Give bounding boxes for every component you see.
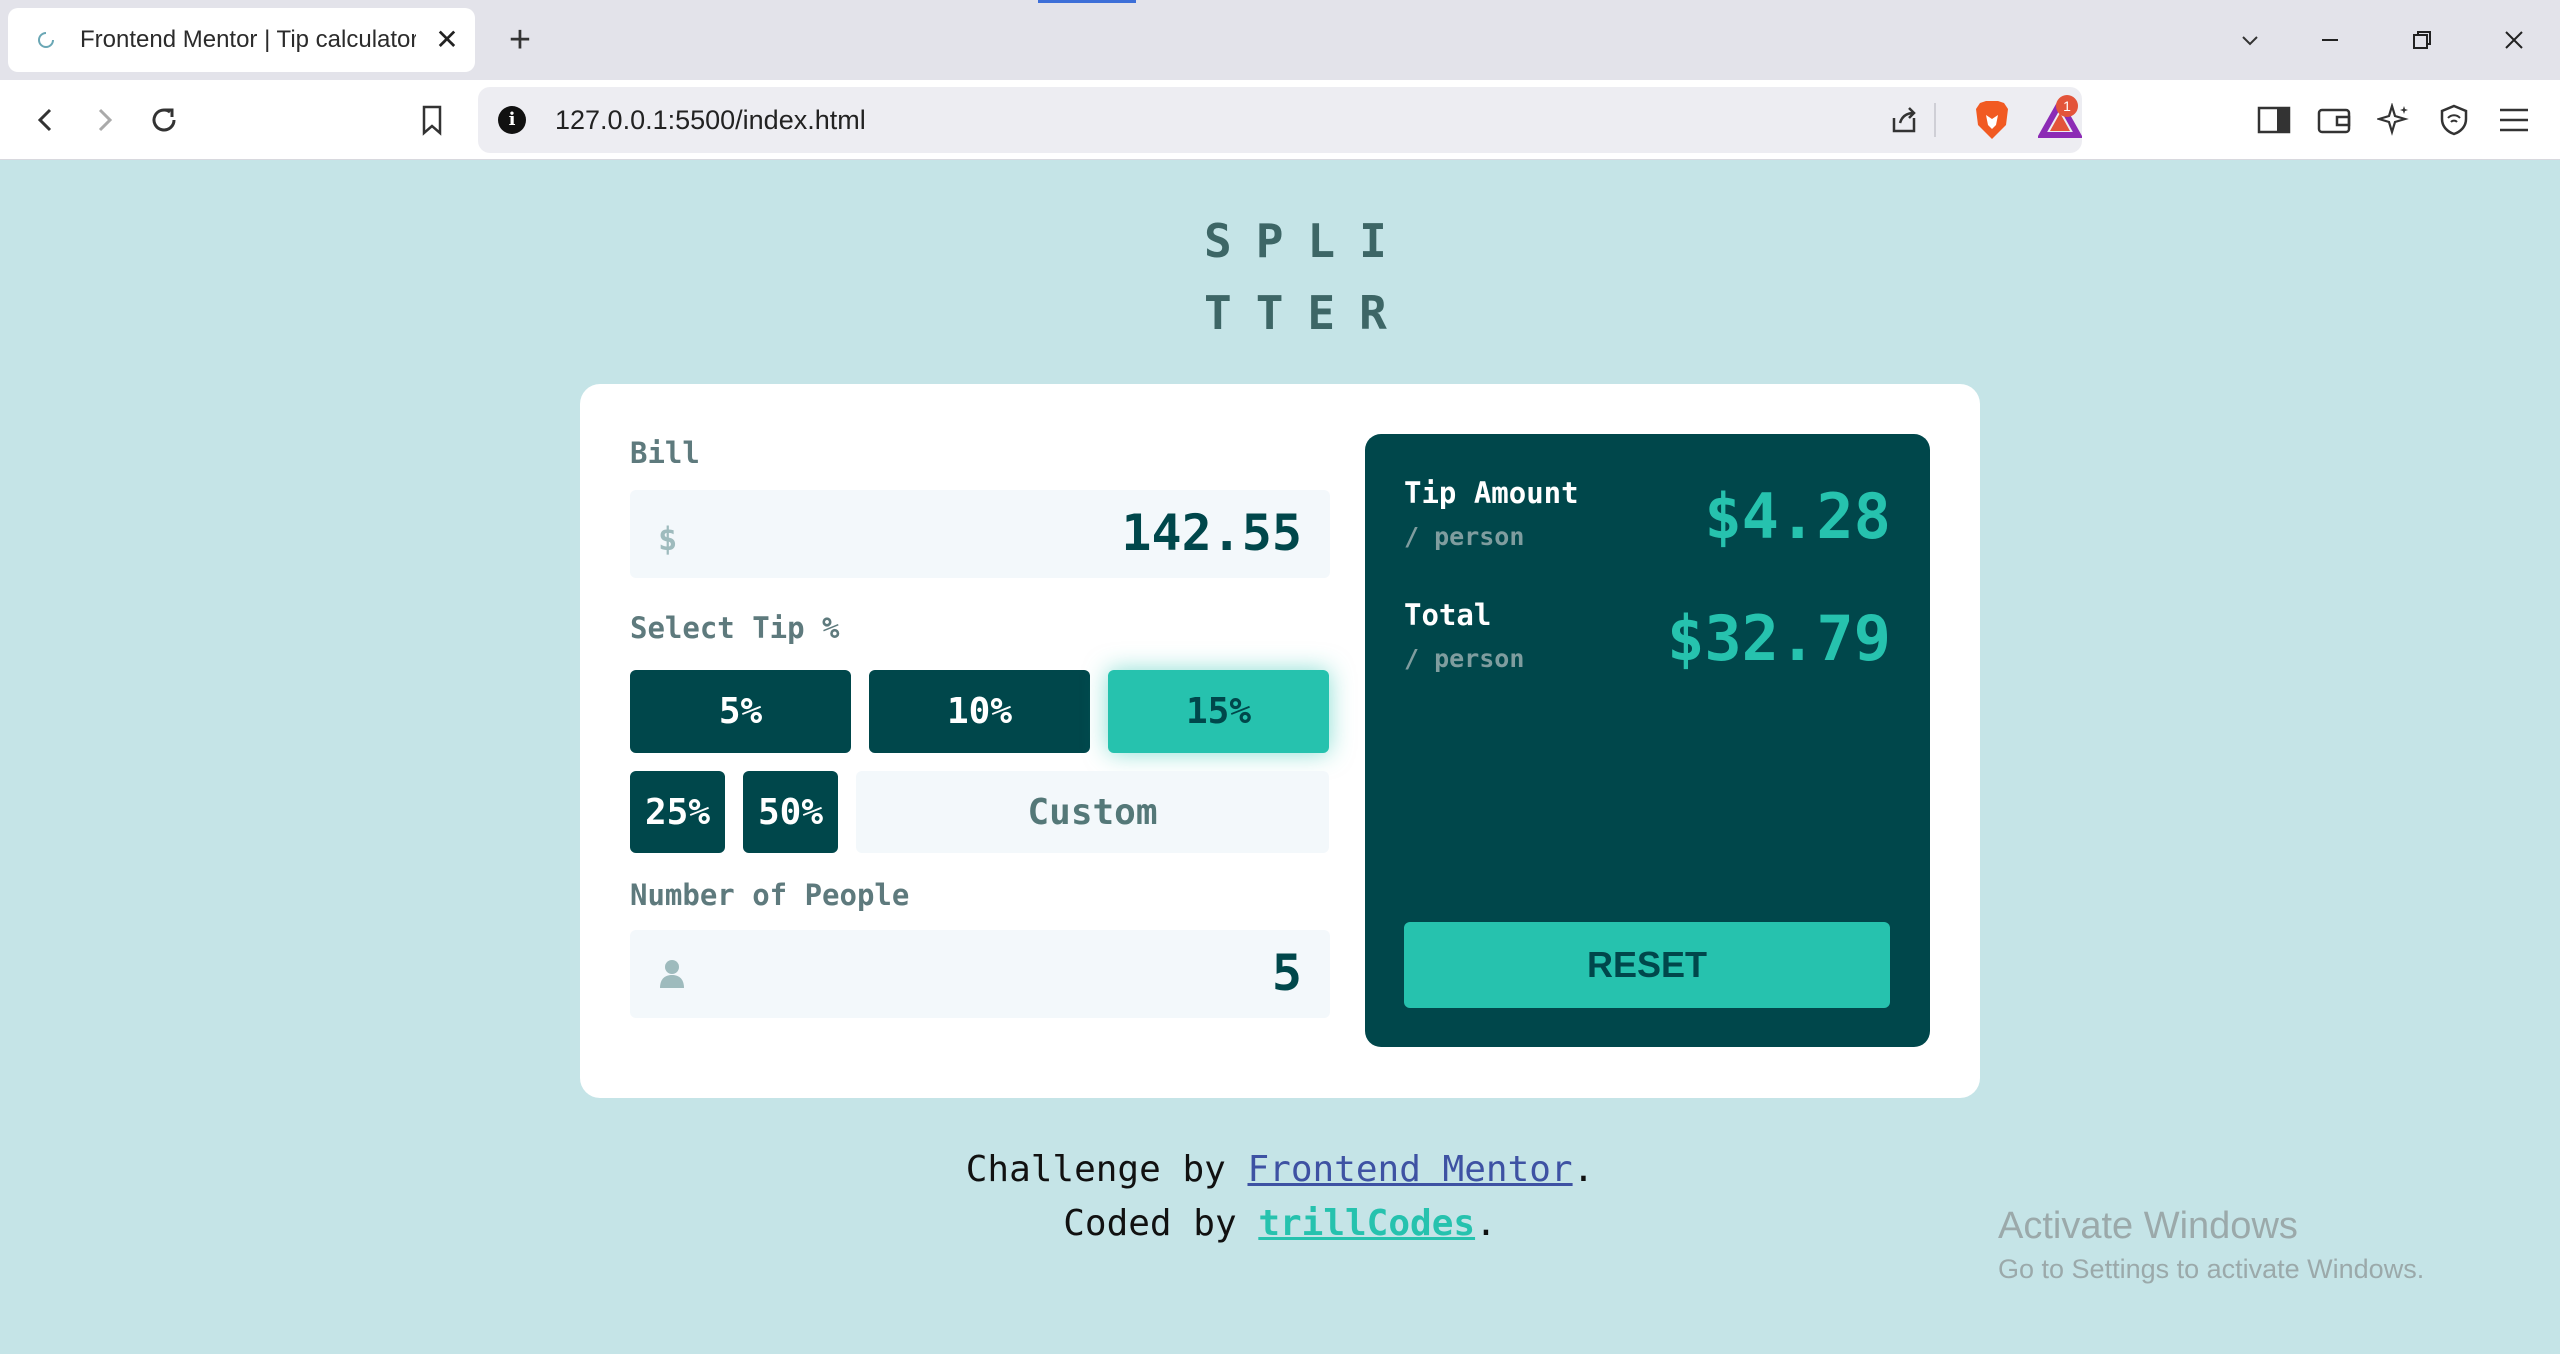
tab-close-icon[interactable]: ✕ bbox=[433, 26, 461, 54]
tip-button-10[interactable]: 10% bbox=[869, 670, 1090, 753]
tip-button-5[interactable]: 5% bbox=[630, 670, 851, 753]
new-tab-button[interactable]: + bbox=[500, 20, 540, 60]
back-icon[interactable] bbox=[24, 98, 68, 142]
dollar-icon: $ bbox=[658, 520, 678, 558]
tip-amount-per-person: / person bbox=[1404, 522, 1525, 551]
browser-tab[interactable]: Frontend Mentor | Tip calculator ✕ bbox=[8, 8, 475, 72]
site-info-icon[interactable]: i bbox=[498, 106, 526, 134]
attribution: Challenge by Frontend Mentor. Coded by t… bbox=[780, 1143, 1780, 1251]
bill-label: Bill bbox=[630, 436, 700, 470]
attribution-line-1: Challenge by Frontend Mentor. bbox=[780, 1143, 1780, 1197]
loading-favicon-icon bbox=[36, 30, 56, 50]
result-panel: Tip Amount / person $4.28 Total / person… bbox=[1365, 434, 1930, 1047]
address-bar-divider bbox=[1934, 103, 1936, 137]
author-link[interactable]: trillCodes bbox=[1258, 1203, 1475, 1244]
tab-drag-indicator bbox=[1038, 0, 1136, 3]
total-value: $32.79 bbox=[1667, 602, 1891, 675]
people-input[interactable]: 5 bbox=[630, 930, 1330, 1018]
tab-title: Frontend Mentor | Tip calculator bbox=[80, 26, 416, 53]
sidebar-icon[interactable] bbox=[2252, 98, 2296, 142]
brave-shields-icon[interactable] bbox=[1972, 99, 2012, 141]
bookmark-icon[interactable] bbox=[410, 98, 454, 142]
select-tip-label: Select Tip % bbox=[630, 611, 840, 645]
attribution-period-1: . bbox=[1572, 1149, 1595, 1190]
reload-icon[interactable] bbox=[142, 98, 186, 142]
attribution-coded-text: Coded by bbox=[1063, 1203, 1259, 1244]
attribution-challenge-text: Challenge by bbox=[965, 1149, 1248, 1190]
total-label: Total bbox=[1404, 598, 1492, 632]
browser-tab-bar: Frontend Mentor | Tip calculator ✕ + bbox=[0, 0, 2560, 80]
address-bar[interactable]: i 127.0.0.1:5500/index.html 1 bbox=[478, 87, 2084, 153]
tip-button-25[interactable]: 25% bbox=[630, 771, 725, 853]
minimize-icon[interactable] bbox=[2308, 18, 2352, 62]
custom-tip-input[interactable]: Custom bbox=[856, 771, 1329, 853]
url-text[interactable]: 127.0.0.1:5500/index.html bbox=[555, 105, 866, 136]
close-icon[interactable] bbox=[2492, 18, 2536, 62]
rewards-badge: 1 bbox=[2056, 95, 2078, 117]
tip-button-15[interactable]: 15% bbox=[1108, 670, 1329, 753]
frontend-mentor-link[interactable]: Frontend Mentor bbox=[1247, 1149, 1572, 1190]
watermark-subtitle: Go to Settings to activate Windows. bbox=[1998, 1254, 2425, 1284]
logo-line-1: SPLI bbox=[1204, 214, 1411, 268]
attribution-line-2: Coded by trillCodes. bbox=[780, 1197, 1780, 1251]
bill-value[interactable]: 142.55 bbox=[1121, 504, 1302, 562]
vpn-icon[interactable] bbox=[2432, 98, 2476, 142]
person-icon bbox=[658, 958, 686, 998]
bill-input[interactable]: $ 142.55 bbox=[630, 490, 1330, 578]
leo-ai-icon[interactable] bbox=[2372, 98, 2416, 142]
forward-icon[interactable] bbox=[82, 98, 126, 142]
tab-search-icon[interactable] bbox=[2228, 18, 2272, 62]
tip-button-50[interactable]: 50% bbox=[743, 771, 838, 853]
watermark-title: Activate Windows bbox=[1998, 1205, 2298, 1247]
people-label: Number of People bbox=[630, 878, 910, 912]
share-icon[interactable] bbox=[1882, 98, 1926, 142]
splitter-logo: SPLI TTER bbox=[1180, 205, 1411, 349]
people-value[interactable]: 5 bbox=[1272, 944, 1302, 1002]
wallet-icon[interactable] bbox=[2312, 98, 2356, 142]
tip-amount-value: $4.28 bbox=[1704, 480, 1891, 553]
logo-line-2: TTER bbox=[1204, 286, 1411, 340]
total-per-person: / person bbox=[1404, 644, 1525, 673]
restore-icon[interactable] bbox=[2400, 18, 2444, 62]
attribution-period-2: . bbox=[1475, 1203, 1497, 1244]
tip-amount-label: Tip Amount bbox=[1404, 476, 1579, 510]
reset-button[interactable]: RESET bbox=[1404, 922, 1890, 1008]
activate-windows-watermark: Activate Windows Go to Settings to activ… bbox=[1998, 1205, 2424, 1285]
menu-icon[interactable] bbox=[2492, 98, 2536, 142]
